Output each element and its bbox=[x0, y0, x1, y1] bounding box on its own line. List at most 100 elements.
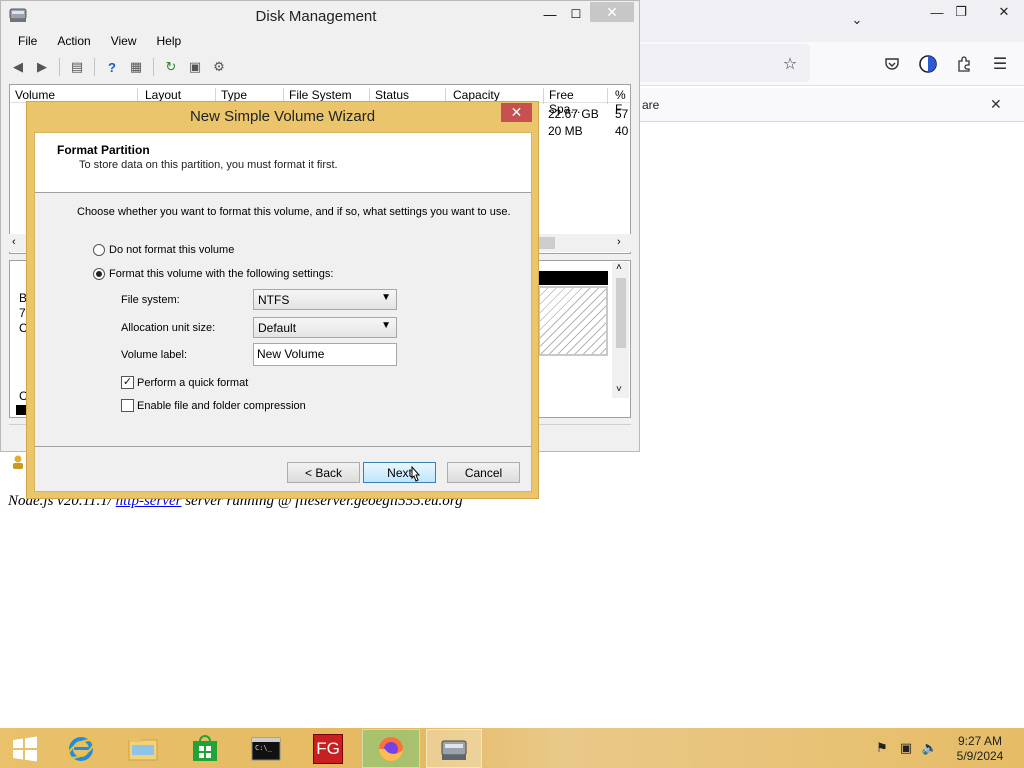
col-percent-free[interactable]: % F bbox=[610, 88, 632, 116]
clock-date: 5/9/2024 bbox=[956, 749, 1004, 763]
row1-free: 22.67 GB bbox=[548, 107, 599, 121]
wizard-subheading: To store data on this partition, you mus… bbox=[79, 159, 338, 171]
disk-management-icon bbox=[441, 740, 467, 760]
browser-close-button[interactable]: ✕ bbox=[984, 0, 1024, 24]
extensions-icon[interactable] bbox=[952, 52, 976, 76]
back-button[interactable]: < Back bbox=[287, 462, 360, 483]
browser-restore-button[interactable]: ❐ bbox=[944, 0, 978, 24]
wizard-intro-text: Choose whether you want to format this v… bbox=[77, 206, 511, 218]
tab-list-chevron-icon[interactable]: ⌄ bbox=[840, 8, 874, 32]
new-simple-volume-wizard: New Simple Volume Wizard ✕ Format Partit… bbox=[26, 101, 539, 499]
taskbar-store[interactable] bbox=[182, 729, 228, 768]
pocket-icon[interactable] bbox=[880, 52, 904, 76]
wizard-footer-separator bbox=[35, 446, 531, 447]
row2-pct: 40 bbox=[615, 124, 629, 138]
toolbar-separator bbox=[153, 58, 154, 76]
menu-help[interactable]: Help bbox=[147, 32, 192, 52]
taskbar-internet-explorer[interactable] bbox=[58, 729, 104, 768]
user-icon bbox=[13, 455, 23, 469]
taskbar-disk-management[interactable] bbox=[426, 729, 482, 768]
allocation-unit-select[interactable]: Default ▼ bbox=[253, 317, 397, 338]
scroll-right-icon[interactable]: › bbox=[617, 236, 621, 248]
label-volume-label: Volume label: bbox=[121, 349, 188, 361]
scroll-left-icon[interactable]: ‹ bbox=[12, 236, 16, 248]
firefox-icon bbox=[379, 736, 403, 761]
menu-action[interactable]: Action bbox=[47, 32, 100, 52]
label-compression[interactable]: Enable file and folder compression bbox=[137, 400, 306, 412]
taskbar-file-explorer[interactable] bbox=[120, 729, 166, 768]
scroll-up-icon[interactable]: ˄ bbox=[616, 262, 622, 273]
show-hide-console-icon[interactable]: ▤ bbox=[67, 57, 87, 77]
network-icon[interactable]: ▣ bbox=[898, 740, 914, 756]
file-system-value: NTFS bbox=[258, 293, 290, 307]
forward-arrow-icon[interactable]: ▶ bbox=[32, 57, 52, 77]
allocation-unit-value: Default bbox=[258, 321, 297, 335]
dm-maximize-button[interactable]: ☐ bbox=[565, 3, 587, 25]
notification-bar bbox=[640, 88, 1024, 122]
taskbar-firefox[interactable] bbox=[362, 729, 420, 768]
windows-logo-icon bbox=[13, 736, 37, 761]
cancel-button[interactable]: Cancel bbox=[447, 462, 520, 483]
notification-close-icon[interactable]: ✕ bbox=[990, 96, 1002, 113]
row1-pct: 57 bbox=[615, 107, 629, 121]
mouse-pointer-icon bbox=[411, 466, 421, 482]
action-center-flag-icon[interactable]: ⚑ bbox=[874, 740, 890, 756]
wizard-title: New Simple Volume Wizard bbox=[189, 108, 376, 125]
label-format-volume[interactable]: Format this volume with the following se… bbox=[109, 268, 333, 280]
compression-checkbox[interactable] bbox=[121, 399, 134, 412]
label-quick-format[interactable]: Perform a quick format bbox=[137, 377, 248, 389]
folder-icon bbox=[128, 737, 158, 760]
unallocated-partition-block[interactable] bbox=[538, 286, 608, 356]
settings-icon[interactable]: ⚙ bbox=[209, 57, 229, 77]
disk-label-7: 7 bbox=[19, 306, 26, 320]
label-do-not-format[interactable]: Do not format this volume bbox=[109, 244, 234, 256]
menu-view[interactable]: View bbox=[101, 32, 147, 52]
radio-do-not-format[interactable] bbox=[93, 244, 105, 256]
clock-time: 9:27 AM bbox=[957, 734, 1003, 748]
start-button[interactable] bbox=[0, 729, 50, 768]
toolbar-separator bbox=[59, 58, 60, 76]
wizard-close-button[interactable]: ✕ bbox=[501, 103, 532, 122]
disk-management-titlebar[interactable]: Disk Management — ☐ ✕ bbox=[1, 1, 639, 31]
volume-label-input[interactable]: New Volume bbox=[253, 343, 397, 366]
partition-header-bar bbox=[538, 271, 608, 285]
dm-toolbar: ◀ ▶ ▤ ? ▦ ↻ ▣ ⚙ bbox=[8, 54, 632, 80]
rescan-icon[interactable]: ▣ bbox=[185, 57, 205, 77]
chevron-down-icon: ▼ bbox=[381, 292, 391, 303]
internet-explorer-icon bbox=[67, 736, 95, 761]
label-allocation-unit: Allocation unit size: bbox=[121, 322, 216, 334]
chevron-down-icon: ▼ bbox=[381, 320, 391, 331]
vscroll-thumb[interactable] bbox=[616, 278, 626, 348]
wizard-heading: Format Partition bbox=[57, 143, 150, 157]
taskbar-clock[interactable]: 9:27 AM 5/9/2024 bbox=[950, 734, 1010, 764]
wizard-header: Format Partition To store data on this p… bbox=[35, 133, 531, 193]
toolbar-separator bbox=[94, 58, 95, 76]
dm-minimize-button[interactable]: — bbox=[539, 3, 561, 25]
wizard-body: Format Partition To store data on this p… bbox=[34, 132, 532, 492]
hscroll-thumb[interactable] bbox=[539, 237, 555, 249]
refresh-icon[interactable]: ↻ bbox=[161, 57, 181, 77]
fg-app-icon: FG bbox=[313, 733, 343, 764]
hamburger-menu-icon[interactable]: ☰ bbox=[988, 52, 1012, 76]
command-prompt-icon: C:\_ bbox=[251, 737, 281, 760]
file-system-select[interactable]: NTFS ▼ bbox=[253, 289, 397, 310]
dm-close-button[interactable]: ✕ bbox=[590, 2, 634, 22]
taskbar-command-prompt[interactable]: C:\_ bbox=[238, 729, 294, 768]
menu-file[interactable]: File bbox=[8, 32, 47, 52]
label-file-system: File system: bbox=[121, 294, 180, 306]
unallocated-legend-swatch bbox=[16, 405, 26, 415]
dm-menubar: File Action View Help bbox=[8, 32, 191, 52]
volume-muted-icon[interactable]: 🔈 bbox=[922, 740, 938, 756]
bookmark-star-icon[interactable]: ☆ bbox=[778, 52, 802, 76]
properties-icon[interactable]: ▦ bbox=[126, 57, 146, 77]
scroll-down-icon[interactable]: ˅ bbox=[616, 384, 622, 395]
next-button[interactable]: Next bbox=[363, 462, 436, 483]
col-free-space[interactable]: Free Spa... bbox=[544, 88, 608, 116]
radio-format-volume[interactable] bbox=[93, 268, 105, 280]
quick-format-checkbox[interactable]: ✓ bbox=[121, 376, 134, 389]
help-icon[interactable]: ? bbox=[102, 57, 122, 77]
taskbar-fg-app[interactable]: FG bbox=[300, 729, 356, 768]
svg-text:C:\_: C:\_ bbox=[255, 744, 273, 752]
account-icon[interactable] bbox=[916, 52, 940, 76]
back-arrow-icon[interactable]: ◀ bbox=[8, 57, 28, 77]
